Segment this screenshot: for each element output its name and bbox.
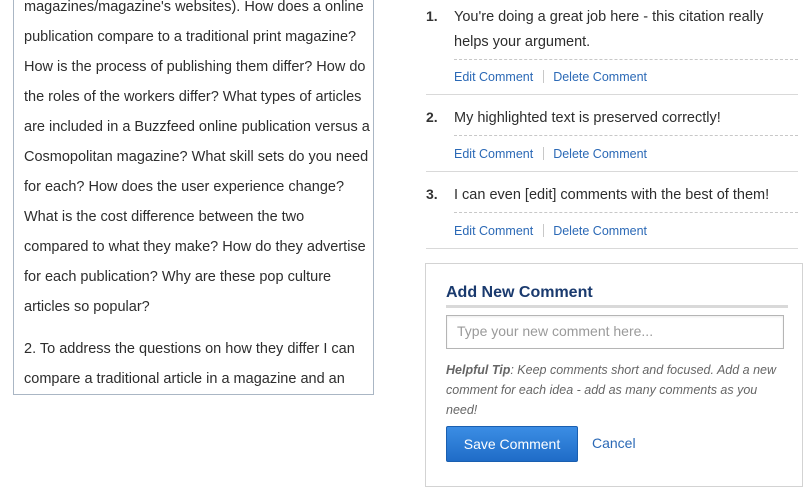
action-separator [543, 70, 545, 83]
doc-line: Cosmopolitan magazine? What skill sets d… [24, 149, 369, 165]
doc-line: 2. To address the questions on how they … [24, 341, 355, 357]
doc-line: compared to what they make? How do they … [24, 239, 366, 255]
document-text: magazines/magazine's websites). How does… [24, 0, 373, 394]
doc-line: the roles of the workers differ? What ty… [24, 89, 362, 105]
edit-comment-button[interactable]: Edit Comment [454, 70, 533, 84]
cancel-button[interactable]: Cancel [592, 435, 636, 451]
comment-number: 3. [426, 186, 438, 202]
doc-line: are included in a Buzzfeed online public… [24, 119, 370, 135]
comment-number: 2. [426, 109, 438, 125]
delete-comment-button[interactable]: Delete Comment [553, 70, 647, 84]
document-panel: magazines/magazine's websites). How does… [13, 0, 374, 395]
comment-text: I can even [edit] comments with the best… [454, 183, 798, 213]
delete-comment-button[interactable]: Delete Comment [553, 224, 647, 238]
comment-divider [426, 171, 798, 172]
helpful-tip: Helpful Tip: Keep comments short and foc… [446, 360, 786, 420]
doc-line: for each publication? Why are these pop … [24, 269, 332, 285]
doc-line: What is the cost difference between the … [24, 209, 305, 225]
delete-comment-button[interactable]: Delete Comment [553, 147, 647, 161]
edit-comment-button[interactable]: Edit Comment [454, 147, 533, 161]
comment-actions: Edit Comment Delete Comment [454, 147, 647, 161]
doc-line: articles so popular? [24, 299, 150, 315]
doc-line: publication compare to a traditional pri… [24, 29, 357, 45]
comment-number: 1. [426, 8, 438, 24]
comment-actions: Edit Comment Delete Comment [454, 224, 647, 238]
comment-actions: Edit Comment Delete Comment [454, 70, 647, 84]
comment-text: My highlighted text is preserved correct… [454, 106, 798, 136]
new-comment-input[interactable] [446, 315, 784, 349]
comment-divider [426, 248, 798, 249]
doc-line: How is the process of publishing them di… [24, 59, 366, 75]
add-comment-title: Add New Comment [446, 284, 788, 308]
tip-label: Helpful Tip [446, 363, 511, 377]
action-separator [543, 224, 545, 237]
comment-divider [426, 94, 798, 95]
doc-line: magazines/magazine's websites). How does… [24, 0, 364, 15]
doc-line: compare a traditional article in a magaz… [24, 371, 345, 387]
save-comment-button[interactable]: Save Comment [446, 426, 578, 462]
action-separator [543, 147, 545, 160]
doc-line: for each? How does the user experience c… [24, 179, 345, 195]
comment-text: You're doing a great job here - this cit… [454, 5, 798, 60]
add-comment-panel: Add New Comment Helpful Tip: Keep commen… [425, 263, 803, 487]
edit-comment-button[interactable]: Edit Comment [454, 224, 533, 238]
